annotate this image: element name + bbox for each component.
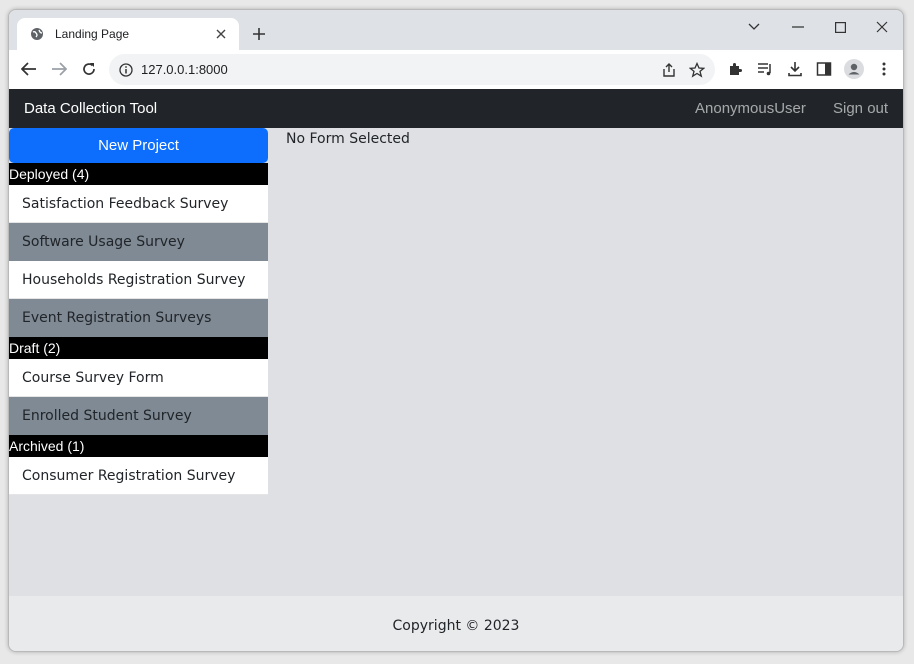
chevron-down-icon[interactable] [739,14,769,40]
list-item[interactable]: Event Registration Surveys [9,299,268,337]
tab-strip: Landing Page [9,10,903,50]
group-header-draft: Draft (2) [9,337,268,359]
list-item[interactable]: Course Survey Form [9,359,268,397]
browser-tab[interactable]: Landing Page [17,18,239,50]
list-item[interactable]: Satisfaction Feedback Survey [9,185,268,223]
browser-toolbar: 127.0.0.1:8000 [9,50,903,89]
side-panel-icon[interactable] [814,59,834,79]
download-icon[interactable] [785,59,805,79]
new-project-button[interactable]: New Project [9,128,268,163]
url-text[interactable]: 127.0.0.1:8000 [141,62,228,77]
profile-avatar-icon[interactable] [844,59,864,79]
tab-title: Landing Page [55,27,130,41]
kebab-menu-icon[interactable] [874,59,894,79]
browser-window: Landing Page 127.0.0.1:8000 Data Collect… [8,9,904,652]
star-icon[interactable] [687,60,707,80]
list-item[interactable]: Software Usage Survey [9,223,268,261]
reload-icon[interactable] [78,58,100,80]
app-navbar: Data Collection Tool AnonymousUser Sign … [9,89,903,128]
brand-link[interactable]: Data Collection Tool [24,100,157,117]
new-tab-icon[interactable] [249,24,269,44]
group-header-deployed: Deployed (4) [9,163,268,185]
footer: Copyright © 2023 [9,596,903,651]
info-icon[interactable] [117,61,135,79]
extensions-icon[interactable] [725,59,745,79]
window-close-icon[interactable] [867,14,897,40]
media-queue-icon[interactable] [755,59,775,79]
forward-arrow-icon[interactable] [48,58,70,80]
address-bar[interactable]: 127.0.0.1:8000 [109,54,715,85]
maximize-icon[interactable] [825,14,855,40]
sidebar: New Project Deployed (4) Satisfaction Fe… [9,128,268,495]
globe-icon [29,26,45,42]
signout-link[interactable]: Sign out [833,100,888,117]
close-icon[interactable] [213,26,229,42]
minimize-icon[interactable] [783,14,813,40]
list-item[interactable]: Enrolled Student Survey [9,397,268,435]
back-arrow-icon[interactable] [18,58,40,80]
list-item[interactable]: Households Registration Survey [9,261,268,299]
user-link[interactable]: AnonymousUser [695,100,806,117]
empty-state-message: No Form Selected [286,131,410,147]
group-header-archived: Archived (1) [9,435,268,457]
copyright-text: Copyright © 2023 [392,618,520,634]
share-icon[interactable] [659,60,679,80]
list-item[interactable]: Consumer Registration Survey [9,457,268,495]
